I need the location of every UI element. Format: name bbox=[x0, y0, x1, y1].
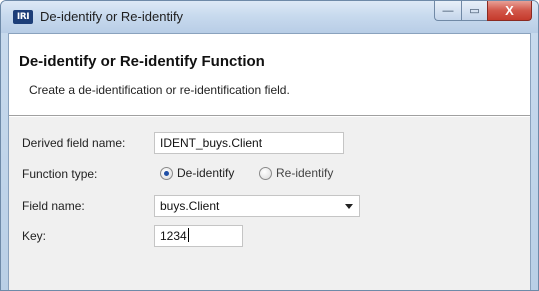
key-input[interactable]: 1234 bbox=[154, 225, 243, 247]
title-bar[interactable]: IRI De-identify or Re-identify — ▭ X bbox=[1, 1, 538, 33]
dialog-header: De-identify or Re-identify Function Crea… bbox=[9, 34, 530, 114]
de-identify-radio[interactable]: De-identify bbox=[160, 166, 234, 180]
key-label: Key: bbox=[22, 229, 47, 243]
derived-field-name-label: Derived field name: bbox=[22, 136, 126, 150]
radio-unselected-icon bbox=[259, 166, 272, 180]
de-identify-label: De-identify bbox=[177, 166, 235, 180]
re-identify-label: Re-identify bbox=[276, 166, 334, 180]
form-area: Derived field name: IDENT_buys.Client Fu… bbox=[9, 116, 530, 290]
radio-selected-icon bbox=[160, 166, 173, 180]
minimize-button[interactable]: — bbox=[434, 1, 461, 21]
field-name-value: buys.Client bbox=[160, 199, 220, 213]
dialog-window: IRI De-identify or Re-identify — ▭ X De-… bbox=[0, 0, 539, 291]
derived-field-name-input[interactable]: IDENT_buys.Client bbox=[154, 132, 344, 154]
window-title: De-identify or Re-identify bbox=[40, 9, 184, 24]
window-controls: — ▭ X bbox=[434, 1, 532, 21]
re-identify-radio[interactable]: Re-identify bbox=[259, 166, 333, 180]
function-type-label: Function type: bbox=[22, 167, 98, 181]
close-button[interactable]: X bbox=[487, 1, 532, 21]
header-description: Create a de-identification or re-identif… bbox=[29, 83, 290, 97]
header-title: De-identify or Re-identify Function bbox=[19, 53, 265, 70]
close-icon: X bbox=[505, 3, 514, 18]
iri-app-icon: IRI bbox=[13, 10, 33, 24]
maximize-icon: ▭ bbox=[469, 5, 480, 17]
dialog-content: De-identify or Re-identify Function Crea… bbox=[8, 33, 531, 290]
text-cursor bbox=[187, 228, 189, 242]
key-value: 1234 bbox=[160, 229, 187, 243]
maximize-button[interactable]: ▭ bbox=[461, 1, 487, 21]
field-name-label: Field name: bbox=[22, 199, 85, 213]
field-name-dropdown[interactable]: buys.Client bbox=[154, 195, 360, 217]
chevron-down-icon bbox=[345, 204, 353, 209]
minimize-icon: — bbox=[442, 4, 454, 17]
